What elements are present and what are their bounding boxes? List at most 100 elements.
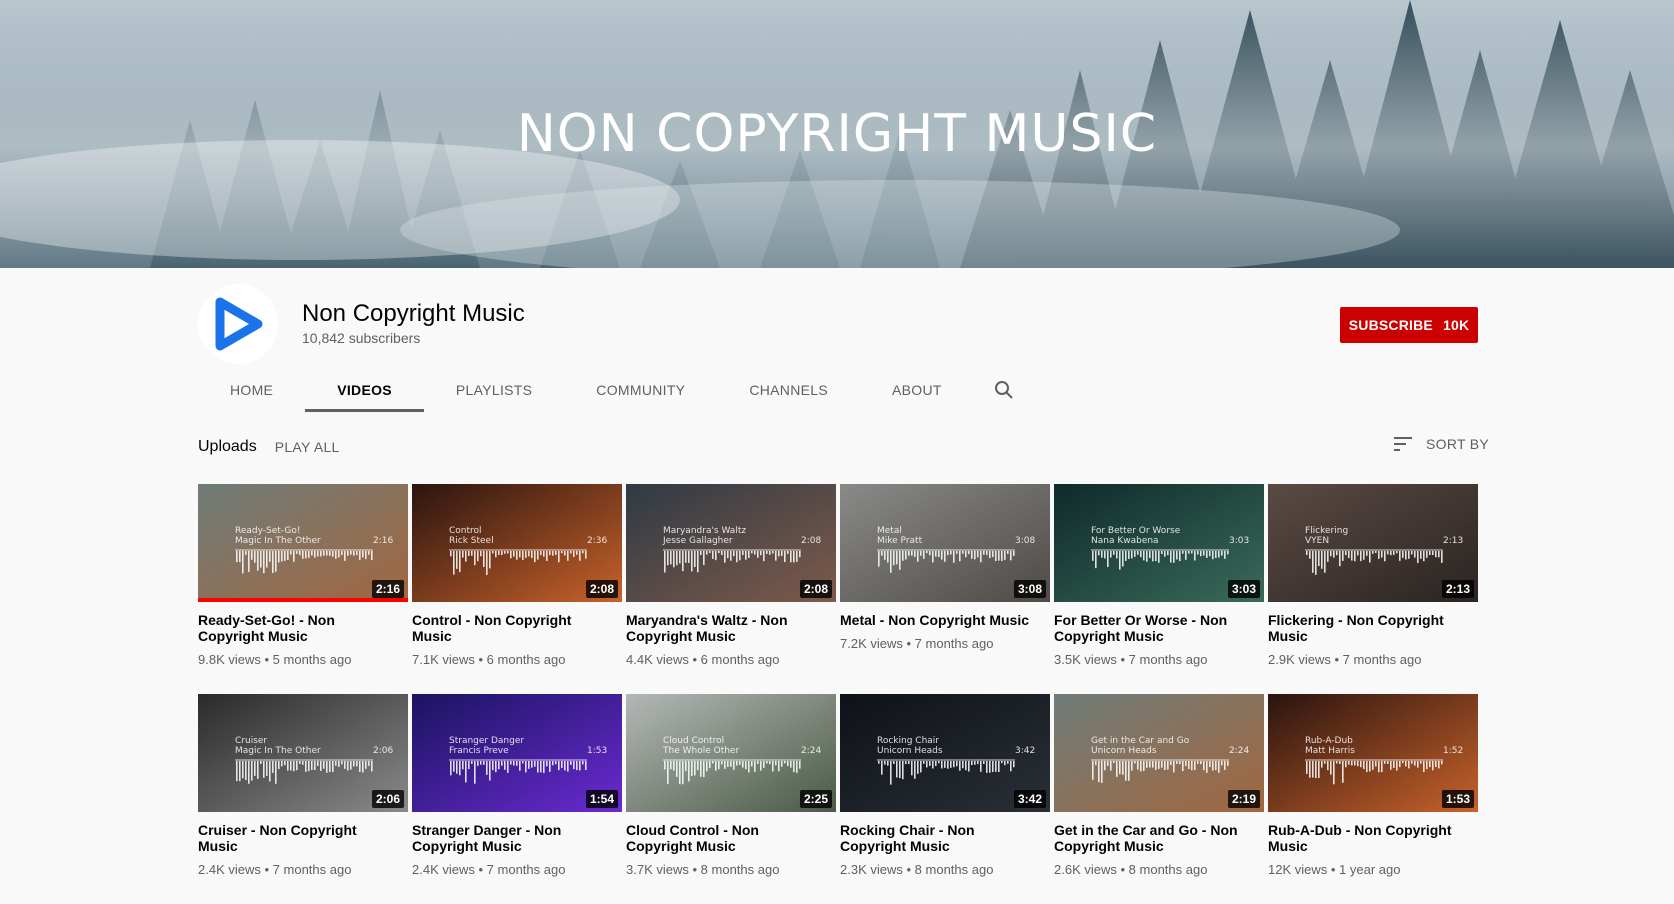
video-card[interactable]: Metal Mike Pratt 3:08 3:08 Metal - Non C…	[840, 484, 1050, 694]
watch-progress-bar	[198, 598, 408, 602]
video-thumbnail[interactable]: For Better Or Worse Nana Kwabena 3:03 3:…	[1054, 484, 1264, 602]
overlay-artist: Unicorn Heads	[1091, 746, 1157, 756]
overlay-duration: 1:52	[1443, 746, 1464, 756]
video-title[interactable]: Cloud Control - Non Copyright Music	[626, 822, 836, 854]
video-duration: 2:13	[1441, 580, 1474, 598]
sort-icon	[1394, 437, 1412, 451]
video-thumbnail[interactable]: Rocking Chair Unicorn Heads 3:42 3:42	[840, 694, 1050, 812]
subscribe-button[interactable]: SUBSCRIBE 10K	[1340, 307, 1478, 343]
video-card[interactable]: Cruiser Magic In The Other 2:06 2:06 Cru…	[198, 694, 408, 904]
video-thumbnail[interactable]: Stranger Danger Francis Preve 1:53 1:54	[412, 694, 622, 812]
video-title[interactable]: Flickering - Non Copyright Music	[1268, 612, 1478, 644]
video-title[interactable]: Rocking Chair - Non Copyright Music	[840, 822, 1050, 854]
video-card[interactable]: Control Rick Steel 2:36 2:08 Control - N…	[412, 484, 622, 694]
channel-avatar[interactable]	[198, 284, 278, 364]
video-title[interactable]: Control - Non Copyright Music	[412, 612, 622, 644]
overlay-artist: Unicorn Heads	[877, 746, 943, 756]
video-thumbnail[interactable]: Get in the Car and Go Unicorn Heads 2:24…	[1054, 694, 1264, 812]
video-title[interactable]: Cruiser - Non Copyright Music	[198, 822, 408, 854]
thumbnail-overlay-text: Maryandra's Waltz Jesse Gallagher	[663, 526, 746, 546]
video-card[interactable]: Cloud Control The Whole Other 2:24 2:25 …	[626, 694, 836, 904]
video-meta: 2.6K views • 8 months ago	[1054, 862, 1264, 877]
thumbnail-overlay-text: Stranger Danger Francis Preve	[449, 736, 524, 756]
meta-separator: •	[264, 862, 273, 877]
video-card[interactable]: Ready-Set-Go! Magic In The Other 2:16 2:…	[198, 484, 408, 694]
tab-community[interactable]: COMMUNITY	[564, 368, 717, 412]
channel-tabs: HOME VIDEOS PLAYLISTS COMMUNITY CHANNELS…	[198, 368, 1034, 412]
tab-about[interactable]: ABOUT	[860, 368, 974, 412]
tab-videos[interactable]: VIDEOS	[305, 368, 424, 412]
video-title[interactable]: Get in the Car and Go - Non Copyright Mu…	[1054, 822, 1264, 854]
video-thumbnail[interactable]: Maryandra's Waltz Jesse Gallagher 2:08 2…	[626, 484, 836, 602]
overlay-duration: 3:42	[1015, 746, 1036, 756]
upload-age: 7 months ago	[272, 862, 352, 877]
overlay-track: Rocking Chair	[877, 736, 939, 746]
video-thumbnail[interactable]: Ready-Set-Go! Magic In The Other 2:16 2:…	[198, 484, 408, 602]
view-count: 3.5K views	[1054, 652, 1117, 667]
video-meta: 2.4K views • 7 months ago	[198, 862, 408, 877]
video-meta: 9.8K views • 5 months ago	[198, 652, 408, 667]
overlay-artist: Mike Pratt	[877, 536, 923, 546]
view-count: 7.1K views	[412, 652, 475, 667]
video-thumbnail[interactable]: Flickering VYEN 2:13 2:13	[1268, 484, 1478, 602]
view-count: 2.6K views	[1054, 862, 1117, 877]
video-title[interactable]: Ready-Set-Go! - Non Copyright Music	[198, 612, 408, 644]
meta-separator: •	[264, 652, 273, 667]
sort-by-label: SORT BY	[1426, 436, 1490, 452]
video-thumbnail[interactable]: Cloud Control The Whole Other 2:24 2:25	[626, 694, 836, 812]
video-card[interactable]: Maryandra's Waltz Jesse Gallagher 2:08 2…	[626, 484, 836, 694]
upload-age: 5 months ago	[272, 652, 352, 667]
tab-home[interactable]: HOME	[198, 368, 305, 412]
play-all-button[interactable]: PLAY ALL	[275, 439, 340, 455]
overlay-duration: 2:08	[801, 536, 822, 546]
video-card[interactable]: Get in the Car and Go Unicorn Heads 2:24…	[1054, 694, 1264, 904]
video-duration: 1:54	[585, 790, 618, 808]
meta-separator: •	[906, 862, 915, 877]
video-title[interactable]: Metal - Non Copyright Music	[840, 612, 1050, 628]
sort-by-button[interactable]: SORT BY	[1394, 436, 1489, 452]
video-title[interactable]: Rub-A-Dub - Non Copyright Music	[1268, 822, 1478, 854]
meta-separator: •	[692, 652, 701, 667]
overlay-artist: Magic In The Other	[235, 536, 321, 546]
video-card[interactable]: Stranger Danger Francis Preve 1:53 1:54 …	[412, 694, 622, 904]
meta-separator: •	[906, 636, 915, 651]
overlay-track: Cloud Control	[663, 736, 725, 746]
upload-age: 8 months ago	[700, 862, 780, 877]
video-title[interactable]: Maryandra's Waltz - Non Copyright Music	[626, 612, 836, 644]
overlay-track: Flickering	[1305, 526, 1349, 536]
video-title[interactable]: For Better Or Worse - Non Copyright Musi…	[1054, 612, 1264, 644]
video-card[interactable]: Flickering VYEN 2:13 2:13 Flickering - N…	[1268, 484, 1478, 694]
thumbnail-overlay-text: Control Rick Steel	[449, 526, 494, 546]
meta-separator: •	[1120, 652, 1129, 667]
video-thumbnail[interactable]: Control Rick Steel 2:36 2:08	[412, 484, 622, 602]
overlay-artist: Matt Harris	[1305, 746, 1355, 756]
overlay-duration: 2:24	[1229, 746, 1250, 756]
video-duration: 1:53	[1441, 790, 1474, 808]
channel-search-button[interactable]	[974, 368, 1034, 412]
view-count: 7.2K views	[840, 636, 903, 651]
video-card[interactable]: Rocking Chair Unicorn Heads 3:42 3:42 Ro…	[840, 694, 1050, 904]
banner-title: NON COPYRIGHT MUSIC	[516, 104, 1158, 164]
thumbnail-overlay-text: For Better Or Worse Nana Kwabena	[1091, 526, 1180, 546]
overlay-track: Stranger Danger	[449, 736, 525, 746]
overlay-track: Control	[449, 526, 482, 536]
video-thumbnail[interactable]: Cruiser Magic In The Other 2:06 2:06	[198, 694, 408, 812]
video-thumbnail[interactable]: Metal Mike Pratt 3:08 3:08	[840, 484, 1050, 602]
video-card[interactable]: Rub-A-Dub Matt Harris 1:52 1:53 Rub-A-Du…	[1268, 694, 1478, 904]
video-thumbnail[interactable]: Rub-A-Dub Matt Harris 1:52 1:53	[1268, 694, 1478, 812]
tab-playlists[interactable]: PLAYLISTS	[424, 368, 564, 412]
overlay-artist: Magic In The Other	[235, 746, 321, 756]
video-meta: 4.4K views • 6 months ago	[626, 652, 836, 667]
video-card[interactable]: For Better Or Worse Nana Kwabena 3:03 3:…	[1054, 484, 1264, 694]
thumbnail-overlay-text: Flickering VYEN	[1305, 526, 1348, 546]
search-icon	[994, 381, 1013, 399]
thumbnail-overlay-text: Cruiser Magic In The Other	[235, 736, 321, 756]
channel-header: Non Copyright Music 10,842 subscribers S…	[0, 268, 1674, 412]
thumbnail-overlay-text: Metal Mike Pratt	[877, 526, 922, 546]
video-meta: 2.9K views • 7 months ago	[1268, 652, 1478, 667]
upload-age: 6 months ago	[700, 652, 780, 667]
tab-channels[interactable]: CHANNELS	[717, 368, 860, 412]
meta-separator: •	[1334, 652, 1343, 667]
overlay-artist: The Whole Other	[663, 746, 740, 756]
video-title[interactable]: Stranger Danger - Non Copyright Music	[412, 822, 622, 854]
